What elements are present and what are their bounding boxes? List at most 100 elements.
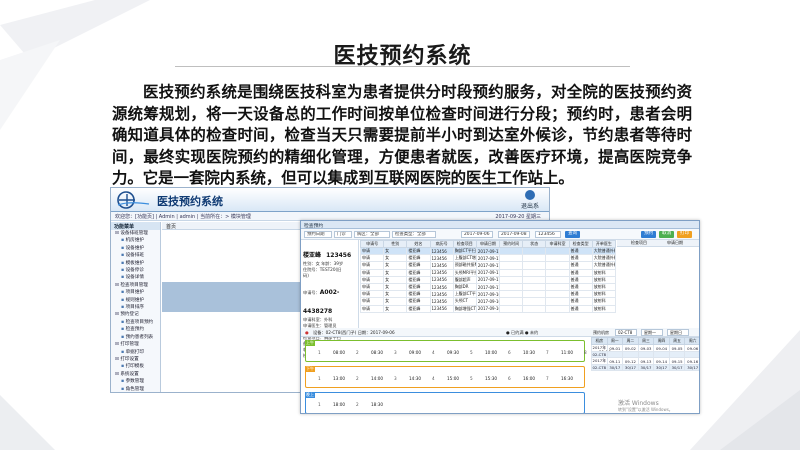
slot-time[interactable]: 14:30 bbox=[409, 376, 432, 381]
slot-time[interactable]: 18:30 bbox=[371, 402, 394, 407]
appointment-window: 检查预约 预约日期 门诊 病区：全部 检查类型：全部 2017-09-06 20… bbox=[300, 220, 700, 414]
slot-time[interactable]: 10:30 bbox=[523, 350, 546, 355]
calendar-cell[interactable]: 2017年 bbox=[591, 344, 608, 352]
slot-time[interactable]: 09:00 bbox=[409, 350, 432, 355]
calendar-cell[interactable]: 09-12 bbox=[622, 357, 639, 365]
table-row[interactable]: 申请女楼亚峰123456上腹部CT平扫2017-09-16 15:46:08 普通… bbox=[359, 290, 617, 299]
slot-time[interactable]: 13:00 bbox=[333, 376, 356, 381]
slot-time[interactable]: 09:30 bbox=[447, 350, 470, 355]
sidebar-group[interactable]: 预约登记 bbox=[111, 311, 160, 318]
sidebar-group[interactable]: 检查项目管理 bbox=[111, 282, 160, 289]
calendar-cell[interactable]: 30/17 bbox=[668, 364, 686, 371]
sidebar-item[interactable]: 规则维护 bbox=[111, 297, 160, 304]
slot-time[interactable]: 10:00 bbox=[485, 350, 508, 355]
calendar-cell[interactable]: 09-03 bbox=[637, 344, 655, 352]
slot-time[interactable]: 11:00 bbox=[561, 350, 584, 355]
calendar-cell[interactable]: 09-15 bbox=[668, 357, 686, 365]
sidebar-item[interactable]: 检查项目预约 bbox=[111, 319, 160, 326]
sidebar-item[interactable]: 预约患者列表 bbox=[111, 334, 160, 341]
column-header[interactable]: 状态 bbox=[522, 240, 547, 248]
date-type-select[interactable]: 预约日期 bbox=[304, 231, 332, 238]
clinic-select[interactable]: 门诊 bbox=[334, 231, 352, 238]
calendar-cell[interactable]: 09-16 bbox=[684, 357, 699, 365]
calendar-cell[interactable]: 30/17 bbox=[684, 364, 699, 371]
sidebar-item[interactable]: 检查预约 bbox=[111, 326, 160, 333]
sidebar-item[interactable]: 角色管理 bbox=[111, 386, 160, 392]
sidebar-item[interactable]: 打印模板 bbox=[111, 363, 160, 370]
end-date-input[interactable]: 2017-09-08 bbox=[498, 231, 530, 238]
table-row[interactable]: 申请女楼亚峰123456上腹部CT增强+扫2017-09-17 15:46:08… bbox=[359, 254, 617, 263]
print-button[interactable]: 打印 bbox=[677, 231, 693, 238]
sidebar-item[interactable]: 项目排序 bbox=[111, 304, 160, 311]
calendar-cell[interactable]: 30/17 bbox=[606, 364, 624, 371]
table-row[interactable]: 申请女楼亚峰123456胸部DR2017-09-17 15:46:08 普通放射科 bbox=[359, 282, 617, 292]
sidebar-item[interactable]: 单据打印 bbox=[111, 349, 160, 356]
slot-time[interactable]: 16:30 bbox=[561, 376, 584, 381]
sidebar-item[interactable]: 项目维护 bbox=[111, 289, 160, 296]
calendar-cell[interactable]: 09-02 bbox=[622, 344, 639, 352]
calendar-cell[interactable]: 30/17 bbox=[637, 364, 655, 371]
slot-time[interactable]: 15:00 bbox=[447, 376, 470, 381]
table-row[interactable]: 申请女楼亚峰123456头颅MRI平扫增强2017-09-17 15:46:08… bbox=[359, 268, 617, 277]
column-header[interactable]: 性别 bbox=[383, 240, 408, 248]
calendar-cell[interactable]: 02-CT8 bbox=[591, 364, 608, 371]
calendar-cell[interactable]: 2017年 bbox=[591, 357, 608, 365]
search-input[interactable]: 123456 bbox=[535, 231, 561, 238]
sidebar-item[interactable]: 机房维护 bbox=[111, 237, 160, 244]
column-header[interactable]: 申请科室 bbox=[545, 240, 570, 248]
week-start-select[interactable]: 星期一 bbox=[641, 329, 663, 336]
table-row[interactable]: 申请女楼亚峰123456胸部CT平扫2017-09-17 15:46:08 普通大… bbox=[359, 246, 617, 256]
book-button[interactable]: 预约 bbox=[641, 231, 657, 238]
sidebar-item[interactable]: 设备停诊 bbox=[111, 267, 160, 274]
sidebar-group[interactable]: 系统设置 bbox=[111, 371, 160, 378]
table-row[interactable]: 申请女楼亚峰123456头颅CT2017-09-16 15:46:08 普通放射科 bbox=[359, 297, 617, 306]
column-header[interactable]: 病历号 bbox=[429, 240, 454, 248]
table-row[interactable]: 申请女楼亚峰123456腹部超声2017-09-17 15:46:08 普通放射科 bbox=[359, 275, 617, 284]
exam-type-select[interactable]: 检查类型：全部 bbox=[392, 231, 436, 238]
slot-time[interactable]: 08:30 bbox=[371, 350, 394, 355]
calendar-header: 机房 bbox=[591, 337, 608, 345]
week-end-select[interactable]: 星期日 bbox=[667, 329, 689, 336]
column-header[interactable]: 申请号 bbox=[359, 240, 385, 248]
slot-time[interactable]: 15:30 bbox=[485, 376, 508, 381]
column-header[interactable]: 检查类型 bbox=[568, 240, 593, 248]
sidebar-item[interactable]: 设备维护 bbox=[111, 245, 160, 252]
sidebar-item[interactable]: 设备排班 bbox=[111, 252, 160, 259]
table-cell: 女 bbox=[383, 275, 408, 284]
query-button[interactable]: 查询 bbox=[565, 231, 581, 238]
table-row[interactable]: 申请女楼亚峰123456胸部增强CT2017-09-16 15:46:08 普通放… bbox=[359, 304, 617, 313]
sidebar-item[interactable]: 模板维护 bbox=[111, 260, 160, 267]
ward-select[interactable]: 病区：全部 bbox=[354, 231, 390, 238]
cancel-button[interactable]: 取消 bbox=[659, 231, 675, 238]
calendar-cell[interactable]: 30/17 bbox=[622, 364, 639, 371]
calendar-cell[interactable]: 09-04 bbox=[653, 344, 670, 352]
sidebar-item[interactable]: 设备详情 bbox=[111, 274, 160, 281]
sidebar-item[interactable]: 参数管理 bbox=[111, 378, 160, 385]
calendar-cell[interactable]: 30/17 bbox=[653, 364, 670, 371]
table-row[interactable]: 申请女楼亚峰123456颈部磁共振MRI2017-09-17 15:46:08 普… bbox=[359, 261, 617, 270]
column-header[interactable]: 预约时间 bbox=[499, 240, 524, 248]
start-date-input[interactable]: 2017-09-06 bbox=[461, 231, 493, 238]
slot-time[interactable]: 16:00 bbox=[523, 376, 546, 381]
calendar-cell[interactable]: 09-11 bbox=[606, 357, 624, 365]
slot-time[interactable]: 14:00 bbox=[371, 376, 394, 381]
sidebar-group[interactable]: 设备排班管理 bbox=[111, 230, 160, 237]
slot-time[interactable]: 18:00 bbox=[333, 402, 356, 407]
slot-time[interactable]: 08:00 bbox=[333, 350, 356, 355]
calendar-cell[interactable]: 02-CT8 bbox=[591, 351, 608, 358]
window-title: 检查预约 bbox=[301, 221, 699, 229]
calendar-cell[interactable]: 09-06 bbox=[684, 344, 699, 352]
table-cell: 普通 bbox=[568, 282, 593, 292]
sidebar-group[interactable]: 打印设置 bbox=[111, 356, 160, 363]
sidebar-group[interactable]: 打印管理 bbox=[111, 341, 160, 348]
column-header[interactable]: 申请日期 bbox=[475, 240, 501, 248]
room-select[interactable]: 02-CT8 bbox=[615, 329, 637, 336]
column-header[interactable]: 检查项目 bbox=[452, 240, 477, 248]
calendar-cell[interactable]: 09-14 bbox=[653, 357, 670, 365]
column-header[interactable]: 姓名 bbox=[406, 240, 431, 248]
column-header[interactable]: 开单医生 bbox=[591, 240, 617, 248]
calendar-cell[interactable]: 09-01 bbox=[606, 344, 624, 352]
nav-text: 欢迎您：[功能页] | Admin | admin | 当前所在：> 模块管理 bbox=[115, 214, 251, 220]
calendar-cell[interactable]: 09-13 bbox=[637, 357, 655, 365]
calendar-cell[interactable]: 09-05 bbox=[668, 344, 686, 352]
